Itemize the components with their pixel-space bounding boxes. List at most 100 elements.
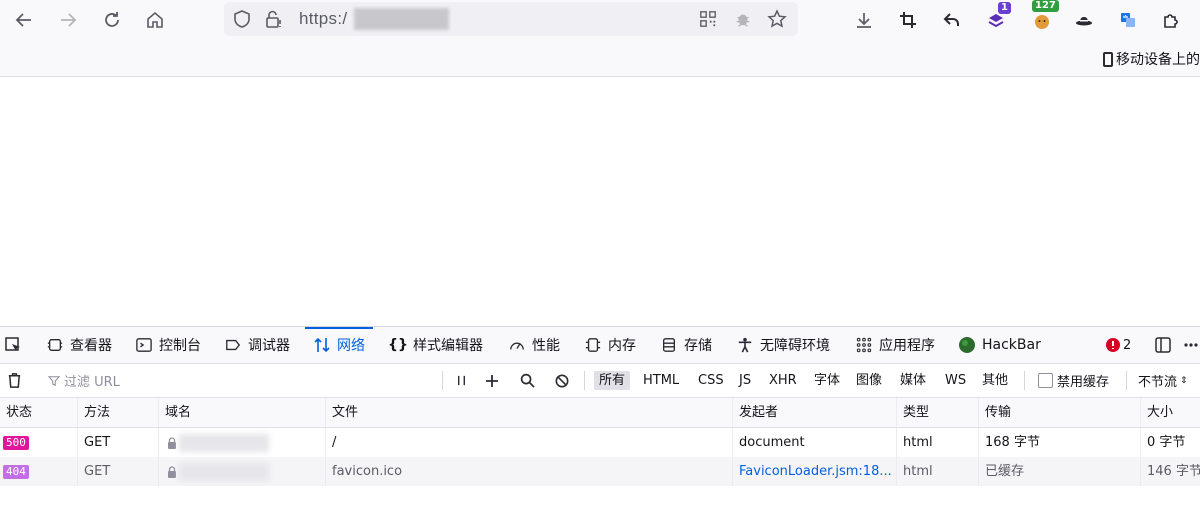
tab-inspector[interactable]: 查看器 xyxy=(46,327,112,363)
column-header-initiator[interactable]: 发起者 xyxy=(733,398,897,427)
home-icon[interactable] xyxy=(139,4,171,36)
filter-fonts[interactable]: 字体 xyxy=(809,371,845,390)
more-options-button[interactable] xyxy=(1184,327,1200,363)
throttling-select[interactable]: 不节流 ⇕ xyxy=(1138,364,1188,397)
column-header-type[interactable]: 类型 xyxy=(897,398,979,427)
size-cell: 0 字节 xyxy=(1147,435,1186,450)
divider xyxy=(442,371,443,390)
tab-memory[interactable]: 内存 xyxy=(584,327,636,363)
tab-style-editor[interactable]: {} 样式编辑器 xyxy=(388,327,483,363)
column-header-transferred[interactable]: 传输 xyxy=(979,398,1141,427)
filter-ws[interactable]: WS xyxy=(940,371,971,390)
tab-label: 存储 xyxy=(684,338,712,354)
bookmark-star-icon[interactable] xyxy=(767,9,787,29)
crop-icon[interactable] xyxy=(892,4,924,36)
redacted-domain xyxy=(179,434,269,452)
table-row[interactable]: 404 GET favicon.ico FaviconLoader.jsm:18… xyxy=(0,457,1200,486)
storage-icon xyxy=(660,336,678,354)
status-badge: 404 xyxy=(3,465,29,479)
element-picker-button[interactable] xyxy=(4,327,28,363)
network-icon xyxy=(313,336,331,354)
element-picker-icon xyxy=(4,336,22,354)
disable-cache-checkbox[interactable]: 禁用缓存 xyxy=(1038,364,1109,397)
search-button[interactable] xyxy=(520,364,535,397)
filter-placeholder: 过滤 URL xyxy=(64,375,120,390)
select-arrows-icon: ⇕ xyxy=(1180,375,1188,386)
lock-icon xyxy=(168,436,176,449)
filter-all[interactable]: 所有 xyxy=(594,371,631,390)
address-bar[interactable]: https:/ xyxy=(224,2,798,36)
file-cell: / xyxy=(326,428,733,457)
hat-icon[interactable] xyxy=(1068,4,1100,36)
accessibility-icon xyxy=(736,336,754,354)
tab-network[interactable]: 网络 xyxy=(305,327,373,363)
block-requests-button[interactable] xyxy=(555,364,569,397)
file-cell: favicon.ico xyxy=(326,457,733,486)
method-cell: GET xyxy=(78,457,159,486)
tab-label: 控制台 xyxy=(159,338,201,354)
extension-badge: 1 xyxy=(998,2,1011,14)
tab-accessibility[interactable]: 无障碍环境 xyxy=(736,327,830,363)
console-icon xyxy=(135,336,153,354)
divider xyxy=(1024,371,1025,390)
tab-storage[interactable]: 存储 xyxy=(660,327,712,363)
tab-label: 无障碍环境 xyxy=(760,338,830,354)
method-cell: GET xyxy=(78,428,159,457)
reload-icon[interactable] xyxy=(96,4,128,36)
shield-icon[interactable] xyxy=(232,9,252,29)
extension-purple-icon[interactable]: 1 xyxy=(980,2,1012,36)
url-filter-input[interactable]: 过滤 URL xyxy=(48,364,438,397)
qr-code-icon[interactable] xyxy=(698,9,718,29)
tab-label: 内存 xyxy=(608,338,636,354)
memory-icon xyxy=(584,336,602,354)
undo-arrow-icon[interactable] xyxy=(936,4,968,36)
initiator-link[interactable]: FaviconLoader.jsm:18... xyxy=(733,457,897,486)
filter-js[interactable]: JS xyxy=(734,371,756,390)
filter-media[interactable]: 媒体 xyxy=(895,371,931,390)
column-header-size[interactable]: 大小 xyxy=(1141,398,1200,427)
translate-icon[interactable] xyxy=(1112,4,1144,36)
tab-label: 性能 xyxy=(532,338,560,354)
disable-cache-label: 禁用缓存 xyxy=(1057,375,1110,390)
pause-button[interactable] xyxy=(455,364,468,397)
filter-other[interactable]: 其他 xyxy=(977,371,1013,390)
type-cell: html xyxy=(897,428,979,457)
filter-funnel-icon xyxy=(48,375,60,386)
table-row[interactable]: 500 GET / document html 168 字节 0 字节 xyxy=(0,428,1200,457)
column-header-status[interactable]: 状态 xyxy=(0,398,78,427)
add-request-button[interactable] xyxy=(485,364,499,397)
column-header-domain[interactable]: 域名 xyxy=(159,398,326,427)
lock-warning-icon[interactable] xyxy=(264,9,284,29)
back-icon[interactable] xyxy=(8,4,40,36)
tab-hackbar[interactable]: HackBar xyxy=(958,327,1041,363)
tab-performance[interactable]: 性能 xyxy=(508,327,560,363)
column-header-method[interactable]: 方法 xyxy=(78,398,159,427)
filter-xhr[interactable]: XHR xyxy=(764,371,802,390)
error-count-indicator[interactable]: 2 xyxy=(1106,327,1131,363)
forward-icon[interactable] xyxy=(52,4,84,36)
devtools-panel: 查看器 控制台 调试器 网络 {} 样式编辑器 性能 内存 存储 无障碍环境 应… xyxy=(0,326,1200,507)
extension-badge: 127 xyxy=(1032,0,1059,12)
browser-toolbar: https:/ 1 127 xyxy=(0,0,1200,40)
devtools-tab-bar: 查看器 控制台 调试器 网络 {} 样式编辑器 性能 内存 存储 无障碍环境 应… xyxy=(0,327,1200,364)
style-editor-icon: {} xyxy=(388,337,408,353)
trash-icon xyxy=(8,373,21,388)
column-header-file[interactable]: 文件 xyxy=(326,398,733,427)
tab-debugger[interactable]: 调试器 xyxy=(224,327,290,363)
filter-css[interactable]: CSS xyxy=(693,371,729,390)
tab-console[interactable]: 控制台 xyxy=(135,327,201,363)
download-icon[interactable] xyxy=(848,4,880,36)
filter-images[interactable]: 图像 xyxy=(851,371,887,390)
filter-html[interactable]: HTML xyxy=(638,371,684,390)
tab-label: 查看器 xyxy=(70,338,112,354)
block-icon xyxy=(555,374,569,387)
url-text: https:/ xyxy=(299,9,348,28)
bookmark-mobile-folder[interactable]: 移动设备上的 xyxy=(1103,49,1200,69)
dock-toggle-button[interactable] xyxy=(1154,327,1178,363)
tab-application[interactable]: 应用程序 xyxy=(855,327,935,363)
table-header: 状态 方法 域名 文件 发起者 类型 传输 大小 xyxy=(0,398,1200,428)
bug-icon[interactable] xyxy=(733,9,753,29)
extension-face-icon[interactable]: 127 xyxy=(1026,0,1059,36)
extensions-puzzle-icon[interactable] xyxy=(1155,4,1187,36)
clear-requests-button[interactable] xyxy=(6,364,23,397)
